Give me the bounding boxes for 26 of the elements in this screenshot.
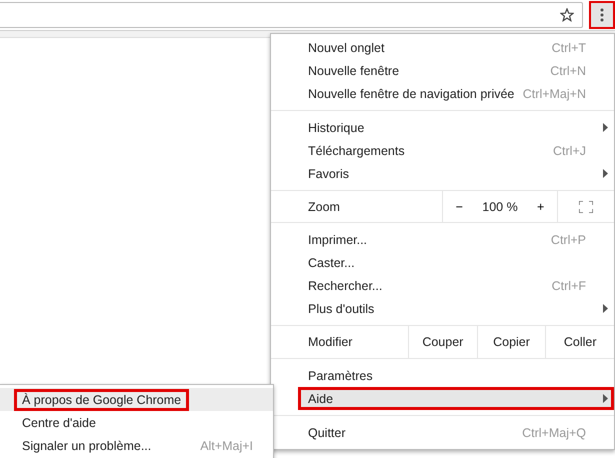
submenu-item[interactable]: Centre d'aide <box>0 411 273 434</box>
zoom-label: Zoom <box>307 198 341 216</box>
submenu-item[interactable]: À propos de Google Chrome <box>0 388 273 411</box>
zoom-out-button[interactable]: − <box>450 200 469 214</box>
zoom-value: 100 % <box>482 200 518 214</box>
menu-item[interactable]: Favoris <box>271 162 614 185</box>
menu-item[interactable]: Nouvel onglet Ctrl+T <box>271 36 614 59</box>
menu-icon <box>600 8 604 22</box>
menu-item[interactable]: Aide <box>298 387 614 410</box>
menu-item[interactable]: Nouvelle fenêtre Ctrl+N <box>271 59 614 82</box>
menu-item[interactable]: Plus d'outils <box>271 297 614 320</box>
menu-button[interactable] <box>591 3 613 27</box>
menu-item[interactable]: Paramètres <box>271 364 614 387</box>
menu-item[interactable]: Quitter Ctrl+Maj+Q <box>271 421 614 444</box>
star-icon[interactable] <box>560 8 574 22</box>
menu-item[interactable]: Nouvelle fenêtre de navigation privée Ctrl+Maj+N <box>271 82 614 105</box>
menu-item[interactable]: Imprimer... Ctrl+P <box>271 228 614 251</box>
edit-label: Modifier <box>307 334 354 351</box>
address-field[interactable] <box>0 2 583 28</box>
menu-item[interactable]: Rechercher... Ctrl+F <box>271 274 614 297</box>
zoom-in-button[interactable]: + <box>531 200 550 214</box>
menu-item[interactable]: Caster... <box>271 251 614 274</box>
fullscreen-icon <box>579 200 593 212</box>
menu-item[interactable]: Historique <box>271 116 614 139</box>
submenu-item[interactable]: Signaler un problème... Alt+Maj+I <box>0 434 273 457</box>
menu-item[interactable]: Téléchargements Ctrl+J <box>271 139 614 162</box>
